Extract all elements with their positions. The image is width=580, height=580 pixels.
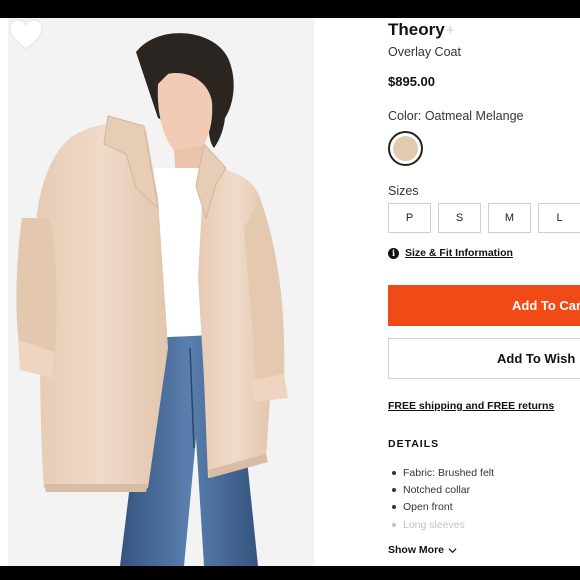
details-heading: DETAILS: [388, 438, 440, 450]
show-more-button[interactable]: Show More: [388, 544, 457, 556]
heart-icon[interactable]: [8, 18, 44, 52]
bullet-icon: [392, 470, 396, 475]
info-icon: i: [388, 247, 399, 259]
free-shipping-link[interactable]: FREE shipping and FREE returns: [388, 400, 554, 412]
show-more-label[interactable]: Show More: [388, 544, 444, 556]
size-option-s[interactable]: S: [438, 203, 481, 233]
size-fit-info-link[interactable]: i Size & Fit Information: [388, 247, 513, 259]
screenshot-frame: Theory+ Overlay Coat $895.00 Color: Oatm…: [0, 0, 580, 580]
model-illustration: [8, 18, 314, 566]
add-to-wishlist-button[interactable]: Add To Wish: [388, 338, 580, 379]
brand-label[interactable]: Theory: [388, 20, 445, 39]
product-page: Theory+ Overlay Coat $895.00 Color: Oatm…: [0, 18, 580, 566]
color-swatch-oatmeal[interactable]: [388, 131, 423, 166]
details-item: Open front: [392, 499, 494, 516]
size-option-l[interactable]: L: [538, 203, 580, 233]
product-price: $895.00: [388, 74, 435, 89]
add-to-cart-button[interactable]: Add To Cart: [388, 285, 580, 326]
bullet-icon: [392, 505, 396, 510]
brand-plus-icon[interactable]: +: [446, 22, 455, 39]
sizes-label: Sizes: [388, 184, 419, 198]
brand-name[interactable]: Theory+: [388, 20, 454, 40]
color-label: Color: Oatmeal Melange: [388, 109, 524, 123]
details-item-text: Long sleeves: [403, 518, 465, 531]
color-swatch-fill: [393, 136, 418, 161]
chevron-down-icon: [448, 547, 457, 553]
details-item-text: Fabric: Brushed felt: [403, 466, 495, 479]
product-image: [8, 18, 314, 566]
size-option-m[interactable]: M: [488, 203, 531, 233]
bullet-icon: [392, 522, 396, 527]
size-fit-label[interactable]: Size & Fit Information: [405, 247, 513, 259]
details-item-text: Open front: [403, 501, 453, 514]
details-item-text: Notched collar: [403, 483, 471, 496]
details-item: Fabric: Brushed felt: [392, 464, 494, 481]
details-item: Notched collar: [392, 481, 494, 498]
size-option-p[interactable]: P: [388, 203, 431, 233]
details-list: Fabric: Brushed felt Notched collar Open…: [392, 464, 494, 533]
bullet-icon: [392, 487, 396, 492]
details-item: Long sleeves: [392, 516, 494, 533]
product-name: Overlay Coat: [388, 45, 461, 59]
